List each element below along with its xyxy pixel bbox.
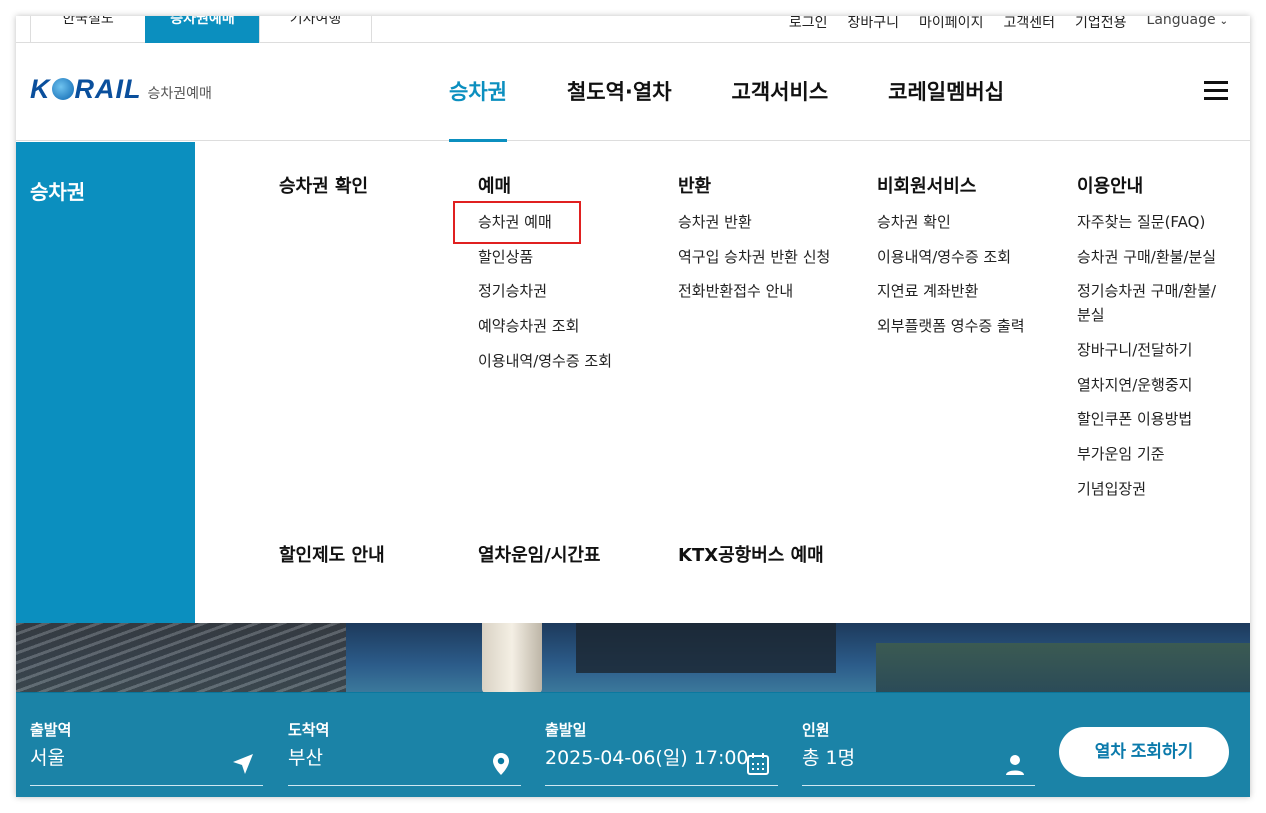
- hero-image: [16, 623, 1250, 693]
- menu-item[interactable]: 지연료 계좌반환: [877, 281, 1025, 301]
- map-pin-icon[interactable]: [489, 752, 513, 776]
- menu-column-title[interactable]: 예매: [478, 176, 612, 198]
- page-frame: 한국철도 승차권예매 기차여행 로그인 장바구니 마이페이지 고객센터 기업전용…: [16, 16, 1250, 797]
- menu-item[interactable]: 정기승차권: [478, 281, 612, 301]
- departure-field[interactable]: 출발역 서울: [30, 720, 263, 786]
- site-tab-ticket[interactable]: 승차권예매: [145, 16, 259, 43]
- site-tab-travel[interactable]: 기차여행: [259, 16, 372, 43]
- people-value[interactable]: 총 1명: [802, 746, 1035, 770]
- customer-center-link[interactable]: 고객센터: [1003, 16, 1055, 43]
- global-nav: 승차권 철도역·열차 고객서비스 코레일멤버십: [449, 43, 1064, 142]
- menu-item[interactable]: 할인쿠폰 이용방법: [1077, 409, 1216, 429]
- menu-item[interactable]: 이용내역/영수증 조회: [478, 351, 612, 371]
- menu-item[interactable]: 자주찾는 질문(FAQ): [1077, 212, 1216, 232]
- menu-item[interactable]: 외부플랫폼 영수증 출력: [877, 316, 1025, 336]
- menu-item[interactable]: 열차지연/운행중지: [1077, 375, 1216, 395]
- calendar-icon[interactable]: [746, 752, 770, 776]
- booking-bar: 출발역 서울 도착역 부산 출발일 2025-04-06(일) 17:00 인원…: [16, 692, 1250, 797]
- menu-column-ticket-check: 승차권 확인: [279, 176, 368, 212]
- corporate-link[interactable]: 기업전용: [1075, 16, 1127, 43]
- menu-item[interactable]: 승차권 구매/환불/분실: [1077, 247, 1216, 267]
- menu-item[interactable]: 정기승차권 구매/환불/: [1077, 281, 1216, 301]
- menu-column-title[interactable]: 승차권 확인: [279, 176, 368, 198]
- menu-item[interactable]: 승차권 확인: [877, 212, 1025, 232]
- arrival-value[interactable]: 부산: [288, 746, 521, 770]
- menu-item-continued[interactable]: 분실: [1077, 305, 1216, 325]
- login-link[interactable]: 로그인: [789, 16, 828, 43]
- menu-item[interactable]: 기념입장권: [1077, 479, 1216, 499]
- mega-menu-sidebar: 승차권: [16, 142, 195, 623]
- menu-discount-guide[interactable]: 할인제도 안내: [279, 541, 385, 567]
- people-field[interactable]: 인원 총 1명: [802, 720, 1035, 786]
- menu-column-guide: 이용안내 자주찾는 질문(FAQ) 승차권 구매/환불/분실 정기승차권 구매/…: [1077, 176, 1216, 514]
- korail-logo[interactable]: K RAIL 승차권예매: [30, 76, 212, 103]
- menu-fare-timetable[interactable]: 열차운임/시간표: [478, 541, 601, 567]
- hamburger-menu-icon[interactable]: [1204, 81, 1228, 101]
- menu-column-title[interactable]: 이용안내: [1077, 176, 1216, 198]
- menu-item[interactable]: 장바구니/전달하기: [1077, 340, 1216, 360]
- mega-menu-section-title: 승차권: [30, 180, 86, 204]
- menu-item[interactable]: 전화반환접수 안내: [678, 281, 830, 301]
- date-label: 출발일: [545, 721, 587, 739]
- utility-bar: 한국철도 승차권예매 기차여행 로그인 장바구니 마이페이지 고객센터 기업전용…: [16, 16, 1250, 43]
- date-value[interactable]: 2025-04-06(일) 17:00: [545, 746, 778, 770]
- gnb-customer-service[interactable]: 고객서비스: [732, 43, 829, 141]
- logo-subtitle: 승차권예매: [147, 86, 212, 102]
- search-trains-button[interactable]: 열차 조회하기: [1059, 727, 1229, 777]
- menu-column-refund: 반환 승차권 반환 역구입 승차권 반환 신청 전화반환접수 안내: [678, 176, 830, 316]
- menu-column-title[interactable]: 비회원서비스: [877, 176, 1025, 198]
- arrival-label: 도착역: [288, 721, 330, 739]
- menu-column-title[interactable]: 반환: [678, 176, 830, 198]
- chevron-down-icon: ⌄: [1219, 16, 1228, 27]
- cart-link[interactable]: 장바구니: [848, 16, 900, 43]
- logo-mark: K RAIL: [30, 74, 142, 104]
- gnb-membership[interactable]: 코레일멤버십: [888, 43, 1004, 141]
- menu-column-booking: 예매 승차권 예매 할인상품 정기승차권 예약승차권 조회 이용내역/영수증 조…: [452, 176, 612, 385]
- menu-item[interactable]: 할인상품: [478, 247, 612, 267]
- user-icon[interactable]: [1003, 752, 1027, 776]
- main-header: K RAIL 승차권예매 승차권 철도역·열차 고객서비스 코레일멤버십: [16, 43, 1250, 142]
- menu-ktx-airport-bus[interactable]: KTX공항버스 예매: [678, 541, 824, 567]
- location-arrow-icon[interactable]: [231, 752, 255, 776]
- menu-item[interactable]: 예약승차권 조회: [478, 316, 612, 336]
- language-selector[interactable]: Language ⌄: [1147, 16, 1228, 43]
- menu-item[interactable]: 승차권 반환: [678, 212, 830, 232]
- menu-column-nonmember: 비회원서비스 승차권 확인 이용내역/영수증 조회 지연료 계좌반환 외부플랫폼…: [877, 176, 1025, 351]
- menu-item-ticket-booking[interactable]: 승차권 예매: [452, 201, 612, 244]
- date-field[interactable]: 출발일 2025-04-06(일) 17:00: [545, 720, 778, 786]
- menu-item[interactable]: 부가운임 기준: [1077, 444, 1216, 464]
- arrival-field[interactable]: 도착역 부산: [288, 720, 521, 786]
- people-label: 인원: [802, 721, 830, 739]
- gnb-ticket[interactable]: 승차권: [449, 43, 507, 142]
- menu-item[interactable]: 역구입 승차권 반환 신청: [678, 247, 830, 267]
- site-tab-korail[interactable]: 한국철도: [30, 16, 145, 43]
- logo-globe-icon: [51, 78, 74, 100]
- mega-menu: 승차권 승차권 확인 예매 승차권 예매 할인상품 정기승차권 예약승차권 조회…: [16, 142, 1250, 623]
- site-tabs: 한국철도 승차권예매 기차여행: [30, 16, 372, 43]
- departure-value[interactable]: 서울: [30, 746, 263, 770]
- utility-links: 로그인 장바구니 마이페이지 고객센터 기업전용 Language ⌄: [789, 16, 1228, 43]
- menu-item[interactable]: 이용내역/영수증 조회: [877, 247, 1025, 267]
- gnb-station-train[interactable]: 철도역·열차: [567, 43, 672, 141]
- departure-label: 출발역: [30, 721, 72, 739]
- mypage-link[interactable]: 마이페이지: [919, 16, 983, 43]
